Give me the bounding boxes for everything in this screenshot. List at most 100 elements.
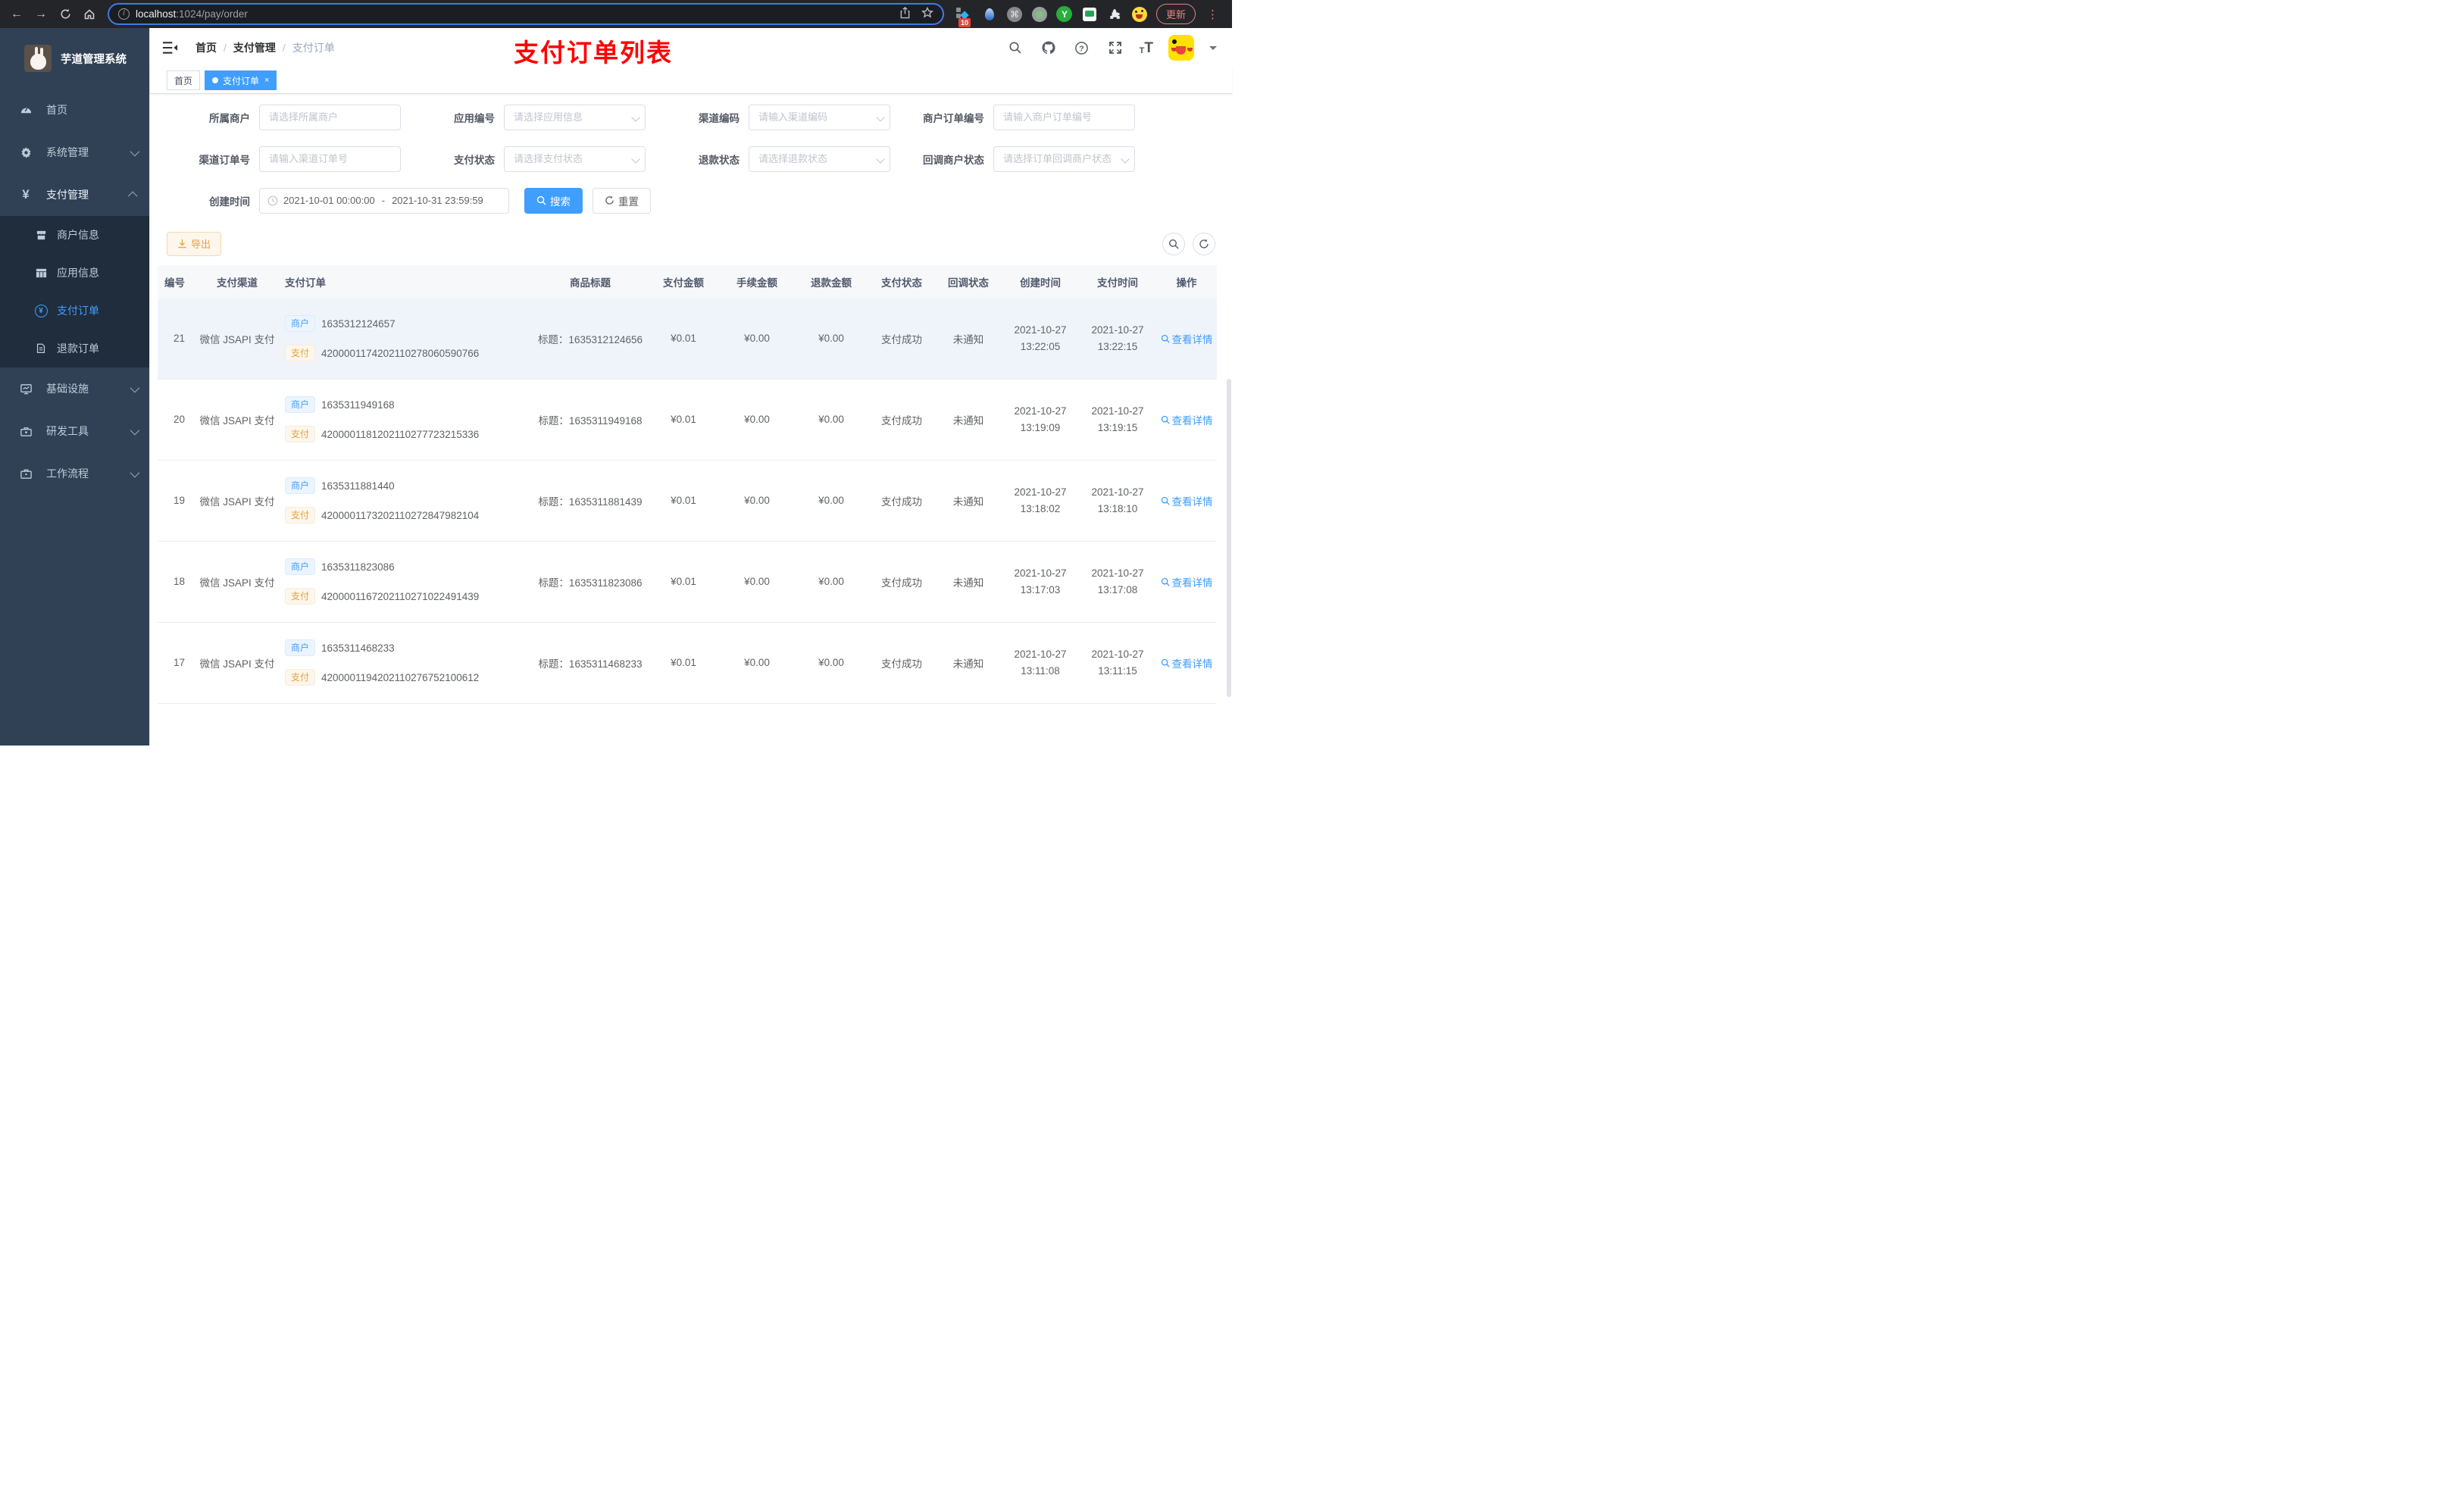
- channel-code-input[interactable]: [749, 104, 890, 130]
- sidebar-item-merchant-info[interactable]: 商户信息: [0, 216, 149, 254]
- view-detail-link[interactable]: 查看详情: [1161, 574, 1213, 589]
- sidebar-item-infra[interactable]: 基础设施: [0, 367, 149, 410]
- shop-icon: [34, 228, 48, 242]
- sidebar-item-refund-order[interactable]: 退款订单: [0, 330, 149, 367]
- search-icon[interactable]: [1006, 39, 1024, 57]
- sidebar-toggle-icon[interactable]: [162, 39, 179, 56]
- channel-order-no-input[interactable]: [259, 145, 401, 172]
- cell-id: 17: [173, 657, 185, 669]
- address-bar[interactable]: i localhost:1024/pay/order: [108, 3, 944, 25]
- browser-update-button[interactable]: 更新: [1155, 4, 1196, 24]
- tab-home[interactable]: 首页: [167, 70, 201, 91]
- filter-label-pay-status: 支付状态: [454, 154, 495, 166]
- cell-amount: ¥0.01: [671, 495, 696, 507]
- refund-status-select[interactable]: [749, 145, 890, 172]
- app-select[interactable]: [504, 104, 646, 130]
- sidebar-item-devtool[interactable]: 研发工具: [0, 410, 149, 452]
- notify-status-select[interactable]: [993, 145, 1135, 172]
- col-action: 操作: [1176, 277, 1197, 289]
- col-notify-status: 回调状态: [948, 277, 989, 289]
- cell-order: 商户 1635311949168 支付 42000011812021102777…: [279, 396, 533, 443]
- browser-reload-icon[interactable]: [55, 4, 76, 25]
- view-detail-link[interactable]: 查看详情: [1161, 412, 1213, 427]
- browser-back-icon[interactable]: ←: [6, 4, 27, 25]
- search-button[interactable]: 搜索: [524, 187, 583, 214]
- extension-record-icon[interactable]: [1031, 6, 1048, 23]
- sidebar-item-app-info[interactable]: 应用信息: [0, 254, 149, 292]
- view-detail-link[interactable]: 查看详情: [1161, 331, 1213, 346]
- browser-forward-icon[interactable]: →: [30, 4, 52, 25]
- cell-action: 查看详情: [1156, 655, 1217, 670]
- breadcrumb: 首页 / 支付管理 / 支付订单: [195, 40, 335, 55]
- extension-balloon-icon[interactable]: [981, 6, 998, 23]
- github-icon[interactable]: [1040, 39, 1058, 57]
- cell-create-time: 2021-10-27 13:22:05: [1014, 324, 1067, 352]
- extension-tabs-icon[interactable]: ◆ 10: [956, 6, 973, 27]
- cell-pay-status: 支付成功: [881, 495, 922, 508]
- pay-status-select[interactable]: [504, 145, 646, 172]
- cell-pay-time: 2021-10-27 13:11:15: [1091, 648, 1144, 677]
- cell-refund: ¥0.00: [818, 414, 844, 426]
- table-row: 17 微信 JSAPI 支付 商户 1635311468233 支付 42000…: [158, 622, 1217, 704]
- sidebar-item-home[interactable]: 首页: [0, 89, 149, 131]
- browser-menu-icon[interactable]: ⋮: [1204, 8, 1221, 21]
- sidebar-item-pay-order[interactable]: ¥ 支付订单: [0, 292, 149, 330]
- share-icon[interactable]: [899, 7, 911, 21]
- extension-emoji-icon[interactable]: [1131, 6, 1148, 23]
- cell-title: 标题：1635312124656: [537, 333, 643, 345]
- breadcrumb-home[interactable]: 首页: [195, 40, 217, 55]
- cell-action: 查看详情: [1156, 493, 1217, 508]
- pay-tag: 支付: [285, 588, 316, 605]
- create-time-range-picker[interactable]: 2021-10-01 00:00:00 - 2021-10-31 23:59:5…: [259, 187, 509, 214]
- avatar[interactable]: [1168, 35, 1194, 61]
- chevron-up-icon: [127, 191, 138, 201]
- sidebar-item-workflow[interactable]: 工作流程: [0, 452, 149, 495]
- bookmark-star-icon[interactable]: [921, 6, 933, 21]
- logo-rabbit-image: [24, 45, 52, 72]
- site-info-icon[interactable]: i: [118, 8, 130, 20]
- fullscreen-icon[interactable]: [1106, 39, 1124, 57]
- export-button[interactable]: 导出: [167, 231, 222, 256]
- cell-action: 查看详情: [1156, 331, 1217, 346]
- tab-pay-order[interactable]: 支付订单 ×: [205, 70, 277, 91]
- extension-command-icon[interactable]: ⌘: [1006, 6, 1023, 23]
- view-detail-link[interactable]: 查看详情: [1161, 655, 1213, 670]
- sidebar-item-pay[interactable]: ¥ 支付管理: [0, 173, 149, 216]
- merchant-select[interactable]: [259, 104, 401, 130]
- refresh-button[interactable]: [1193, 232, 1215, 255]
- monitor-chart-icon: [19, 382, 33, 395]
- avatar-caret-icon[interactable]: [1209, 45, 1217, 54]
- extension-area: ◆ 10 ⌘ Y 更新 ⋮: [952, 4, 1226, 27]
- view-detail-link[interactable]: 查看详情: [1161, 493, 1213, 508]
- svg-text:?: ?: [1079, 45, 1083, 53]
- grid-table-icon: [34, 266, 48, 280]
- close-icon[interactable]: ×: [264, 76, 269, 85]
- extensions-puzzle-icon[interactable]: [1106, 6, 1123, 23]
- merchant-order-no-input[interactable]: [993, 104, 1135, 130]
- merchant-tag: 商户: [285, 315, 316, 333]
- toggle-search-button[interactable]: [1162, 232, 1185, 255]
- cell-refund: ¥0.00: [818, 657, 844, 669]
- browser-home-icon[interactable]: [79, 4, 100, 25]
- date-start[interactable]: 2021-10-01 00:00:00: [283, 195, 375, 206]
- cell-channel: 微信 JSAPI 支付: [199, 333, 275, 345]
- reset-button[interactable]: 重置: [593, 187, 651, 214]
- scrollbar-thumb[interactable]: [1227, 379, 1231, 697]
- date-end[interactable]: 2021-10-31 23:59:59: [392, 195, 483, 206]
- pay-tag: 支付: [285, 426, 316, 443]
- cell-notify-status: 未通知: [952, 658, 984, 670]
- extension-y-icon[interactable]: Y: [1056, 6, 1073, 23]
- breadcrumb-current: 支付订单: [292, 42, 335, 55]
- cell-pay-status: 支付成功: [881, 414, 922, 427]
- help-icon[interactable]: ?: [1073, 39, 1091, 57]
- table-row: 20 微信 JSAPI 支付 商户 1635311949168 支付 42000…: [158, 379, 1217, 461]
- app-logo[interactable]: 芋道管理系统: [0, 28, 149, 89]
- col-amount: 支付金额: [663, 277, 704, 289]
- cell-id: 20: [173, 414, 185, 426]
- cell-channel: 微信 JSAPI 支付: [199, 495, 275, 508]
- merchant-tag: 商户: [285, 477, 316, 495]
- cell-fee: ¥0.00: [744, 333, 770, 345]
- sidebar-item-system[interactable]: 系统管理: [0, 131, 149, 173]
- font-size-icon[interactable]: TT: [1140, 41, 1153, 55]
- extension-chat-icon[interactable]: [1081, 6, 1098, 23]
